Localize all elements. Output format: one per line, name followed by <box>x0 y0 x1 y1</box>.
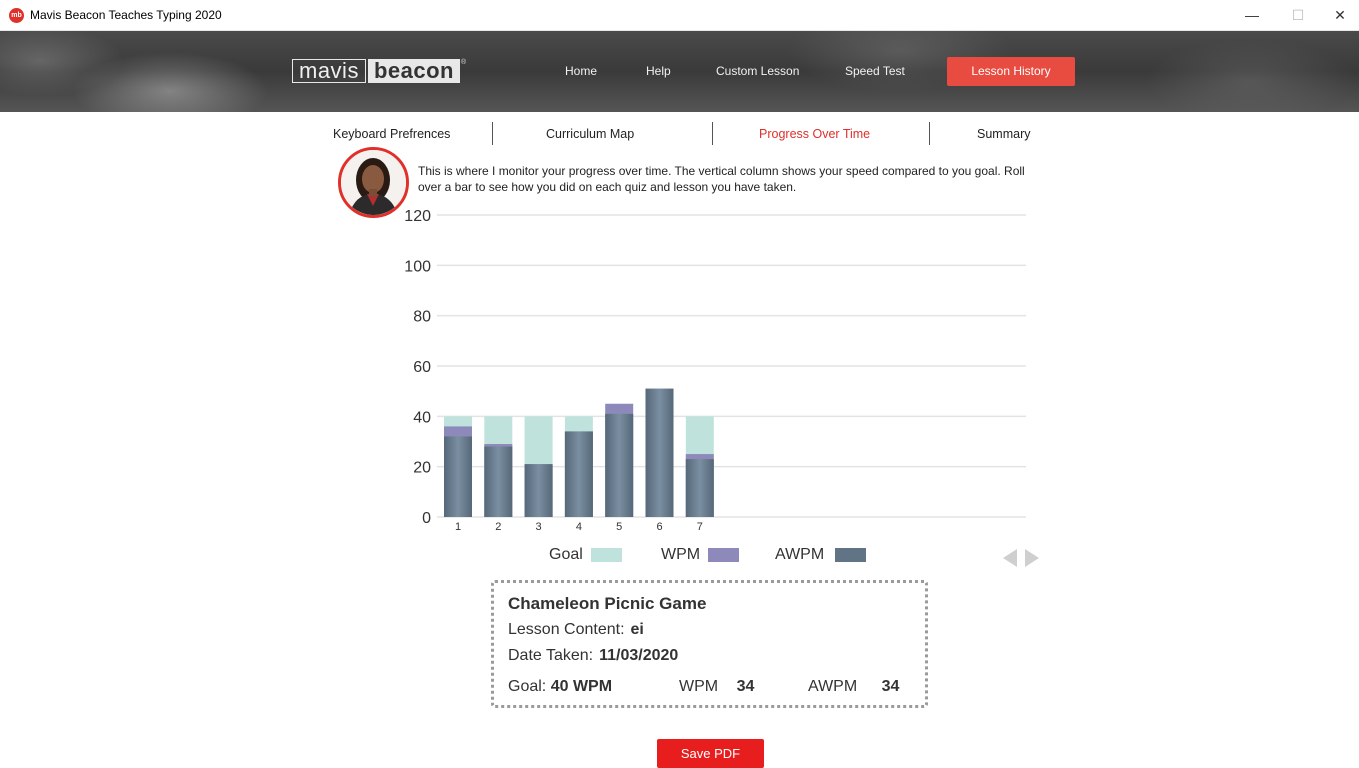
awpm-bar <box>685 459 714 517</box>
tab-divider <box>712 122 713 145</box>
tab-keyboard-preferences[interactable]: Keyboard Prefrences <box>333 127 450 141</box>
progress-chart: 0 20 40 60 80 100 120 1 2 3 4 5 6 7 <box>404 208 1026 533</box>
minimize-button[interactable]: — <box>1229 0 1275 31</box>
y-tick-label: 100 <box>404 258 431 275</box>
tab-summary[interactable]: Summary <box>977 127 1030 141</box>
tab-curriculum-map[interactable]: Curriculum Map <box>546 127 634 141</box>
lesson-content-label: Lesson Content: <box>508 621 625 638</box>
nav-lesson-history-button[interactable]: Lesson History <box>947 57 1075 86</box>
wpm-stat: WPM 34 <box>679 678 754 696</box>
goal-stat: Goal: 40 WPM <box>508 678 612 696</box>
nav-help[interactable]: Help <box>646 64 671 78</box>
legend-awpm-label: AWPM <box>775 546 825 563</box>
awpm-bar <box>444 436 472 517</box>
x-tick-label: 2 <box>495 521 501 533</box>
tab-divider <box>929 122 930 145</box>
awpm-stat-value: 34 <box>881 678 900 695</box>
y-tick-label: 120 <box>404 208 431 225</box>
awpm-bar <box>524 464 553 517</box>
awpm-bar <box>564 431 593 517</box>
legend-awpm-swatch <box>835 548 866 562</box>
intro-text: This is where I monitor your progress ov… <box>418 164 1025 194</box>
y-tick-label: 20 <box>413 460 431 477</box>
tab-progress-over-time[interactable]: Progress Over Time <box>759 127 870 141</box>
date-taken-value: 11/03/2020 <box>599 647 679 664</box>
awpm-bar <box>645 388 674 517</box>
x-tick-label: 5 <box>616 521 622 533</box>
registered-mark: ® <box>460 59 467 66</box>
date-taken-row: Date Taken: 11/03/2020 <box>508 647 678 665</box>
previous-arrow-icon[interactable] <box>1003 549 1017 567</box>
nav-speed-test[interactable]: Speed Test <box>845 64 905 78</box>
maximize-button[interactable]: ☐ <box>1275 0 1321 31</box>
awpm-bar <box>484 446 513 517</box>
window-titlebar: mb Mavis Beacon Teaches Typing 2020 — ☐ … <box>0 0 1359 31</box>
lesson-details-card: Chameleon Picnic Game Lesson Content: ei … <box>491 580 928 708</box>
save-pdf-button[interactable]: Save PDF <box>657 739 764 768</box>
logo-beacon-text: beacon <box>367 59 460 83</box>
y-tick-label: 60 <box>413 359 431 376</box>
header-banner: mavis beacon ® Home Help Custom Lesson S… <box>0 31 1359 112</box>
legend-goal-swatch <box>591 548 622 562</box>
close-button[interactable]: ✕ <box>1321 0 1359 31</box>
mavis-beacon-logo[interactable]: mavis beacon ® <box>292 59 466 83</box>
logo-mavis-text: mavis <box>292 59 366 83</box>
next-arrow-icon[interactable] <box>1025 549 1039 567</box>
x-tick-label: 3 <box>536 521 542 533</box>
tab-divider <box>492 122 493 145</box>
y-tick-label: 40 <box>413 409 431 426</box>
y-tick-label: 0 <box>422 510 431 527</box>
lesson-content-row: Lesson Content: ei <box>508 621 644 639</box>
legend-wpm-label: WPM <box>661 546 701 563</box>
nav-home[interactable]: Home <box>565 64 597 78</box>
x-tick-label: 6 <box>656 521 662 533</box>
goal-stat-value: 40 WPM <box>550 678 613 695</box>
lesson-content-value: ei <box>630 621 644 638</box>
legend-wpm-swatch <box>708 548 739 562</box>
lesson-title: Chameleon Picnic Game <box>508 594 707 613</box>
nav-custom-lesson[interactable]: Custom Lesson <box>716 64 799 78</box>
awpm-bar <box>605 413 634 517</box>
legend-goal-label: Goal <box>549 546 583 563</box>
awpm-stat-label: AWPM <box>808 678 858 695</box>
wpm-stat-label: WPM <box>679 678 719 695</box>
app-icon: mb <box>9 8 24 23</box>
wpm-stat-value: 34 <box>736 678 755 695</box>
goal-stat-label: Goal: <box>508 678 547 695</box>
x-tick-label: 1 <box>455 521 461 533</box>
awpm-stat: AWPM 34 <box>808 678 899 696</box>
window-title: Mavis Beacon Teaches Typing 2020 <box>30 8 222 22</box>
y-tick-label: 80 <box>413 309 431 326</box>
x-tick-label: 7 <box>697 521 703 533</box>
x-tick-label: 4 <box>576 521 582 533</box>
date-taken-label: Date Taken: <box>508 647 594 664</box>
